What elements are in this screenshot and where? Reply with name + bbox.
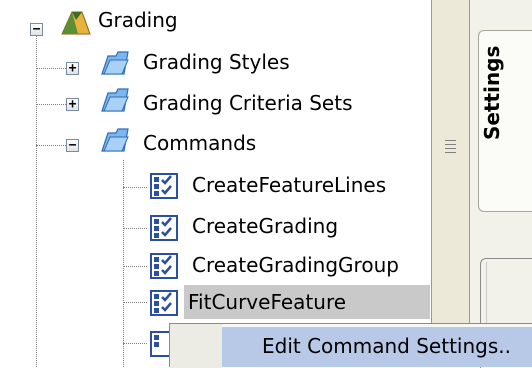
tree-connector [123,160,124,367]
collapse-toggle[interactable]: − [30,23,43,36]
folder-icon [100,127,130,160]
tree-item-commands[interactable]: Commands [139,126,260,160]
command-item[interactable]: CreateGradingGroup [188,248,403,282]
folder-icon [100,50,130,83]
tree-connector [123,228,147,229]
tree-connector [123,302,147,303]
collapse-toggle[interactable]: − [66,139,79,152]
tree-connector [123,343,147,344]
tree-item-grading-styles[interactable]: Grading Styles [139,45,294,79]
tree-connector [123,187,147,188]
tree-item-grading-criteria-sets[interactable]: Grading Criteria Sets [139,86,357,120]
command-item[interactable]: CreateFeatureLines [188,168,390,202]
tree-connector [123,266,147,267]
command-icon [150,290,178,321]
expand-toggle[interactable]: + [66,62,79,75]
command-icon [150,253,178,284]
tree-item-grading[interactable]: Grading [94,3,182,37]
command-icon [150,173,178,204]
menu-item-edit-command-settings[interactable]: Edit Command Settings.. [262,324,511,368]
command-item[interactable]: CreateGrading [188,209,342,243]
toolspace-tree: − Grading + Grading Styles + Grading Cri… [0,0,430,367]
context-menu: Edit Command Settings.. [169,323,532,368]
menu-icon-gutter [170,324,222,368]
splitter-grip-icon[interactable] [445,140,456,156]
command-icon [150,215,178,246]
tree-connector [36,30,37,367]
folder-icon [100,87,130,120]
tab-settings-label: Settings [480,45,504,140]
command-item-selected[interactable]: FitCurveFeature [184,285,430,319]
expand-toggle[interactable]: + [66,98,79,111]
panel-splitter[interactable] [431,0,470,367]
grading-icon [60,6,92,41]
